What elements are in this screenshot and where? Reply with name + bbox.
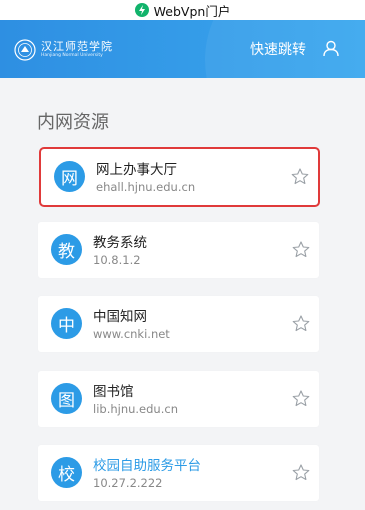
star-outline-icon[interactable] [292, 390, 310, 411]
resource-name: 图书馆 [93, 384, 134, 400]
seal-icon [14, 39, 36, 61]
section-title: 内网资源 [37, 112, 109, 133]
star-outline-icon[interactable] [291, 168, 309, 189]
user-icon[interactable] [323, 40, 339, 61]
resource-address: lib.hjnu.edu.cn [93, 402, 178, 416]
resource-card-self-service[interactable]: 校 校园自助服务平台 10.27.2.222 [38, 445, 319, 501]
resource-badge: 中 [51, 308, 82, 339]
header-bar: 汉江师范学院 Hanjiang Normal University 快速跳转 [0, 20, 365, 78]
star-outline-icon[interactable] [292, 241, 310, 262]
resource-name: 校园自助服务平台 [93, 458, 201, 474]
resource-address: www.cnki.net [93, 327, 170, 341]
star-outline-icon[interactable] [292, 315, 310, 336]
resource-card-library[interactable]: 图 图书馆 lib.hjnu.edu.cn [38, 371, 319, 427]
resource-address: ehall.hjnu.edu.cn [96, 180, 196, 194]
resource-badge: 教 [51, 234, 82, 265]
resource-card-ehall[interactable]: 网 网上办事大厅 ehall.hjnu.edu.cn [39, 147, 320, 207]
app-title: WebVpn门户 [153, 3, 231, 19]
star-outline-icon[interactable] [292, 464, 310, 485]
resource-address: 10.27.2.222 [93, 476, 163, 490]
resource-badge: 网 [54, 161, 85, 192]
resource-badge: 图 [51, 383, 82, 414]
resource-name: 网上办事大厅 [96, 162, 177, 178]
quick-jump-button[interactable]: 快速跳转 [250, 39, 306, 59]
resource-name: 中国知网 [93, 309, 147, 325]
logo-english-name: Hanjiang Normal University [41, 53, 103, 58]
resource-card-cnki[interactable]: 中 中国知网 www.cnki.net [38, 296, 319, 352]
shield-icon [134, 3, 149, 17]
resource-name: 教务系统 [93, 235, 147, 251]
resource-address: 10.8.1.2 [93, 253, 141, 267]
status-bar: WebVpn门户 [0, 0, 365, 20]
logo-chinese-name: 汉江师范学院 [41, 40, 113, 53]
resource-badge: 校 [51, 457, 82, 488]
university-logo: 汉江师范学院 Hanjiang Normal University [14, 39, 113, 61]
resource-card-jwxt[interactable]: 教 教务系统 10.8.1.2 [38, 222, 319, 278]
